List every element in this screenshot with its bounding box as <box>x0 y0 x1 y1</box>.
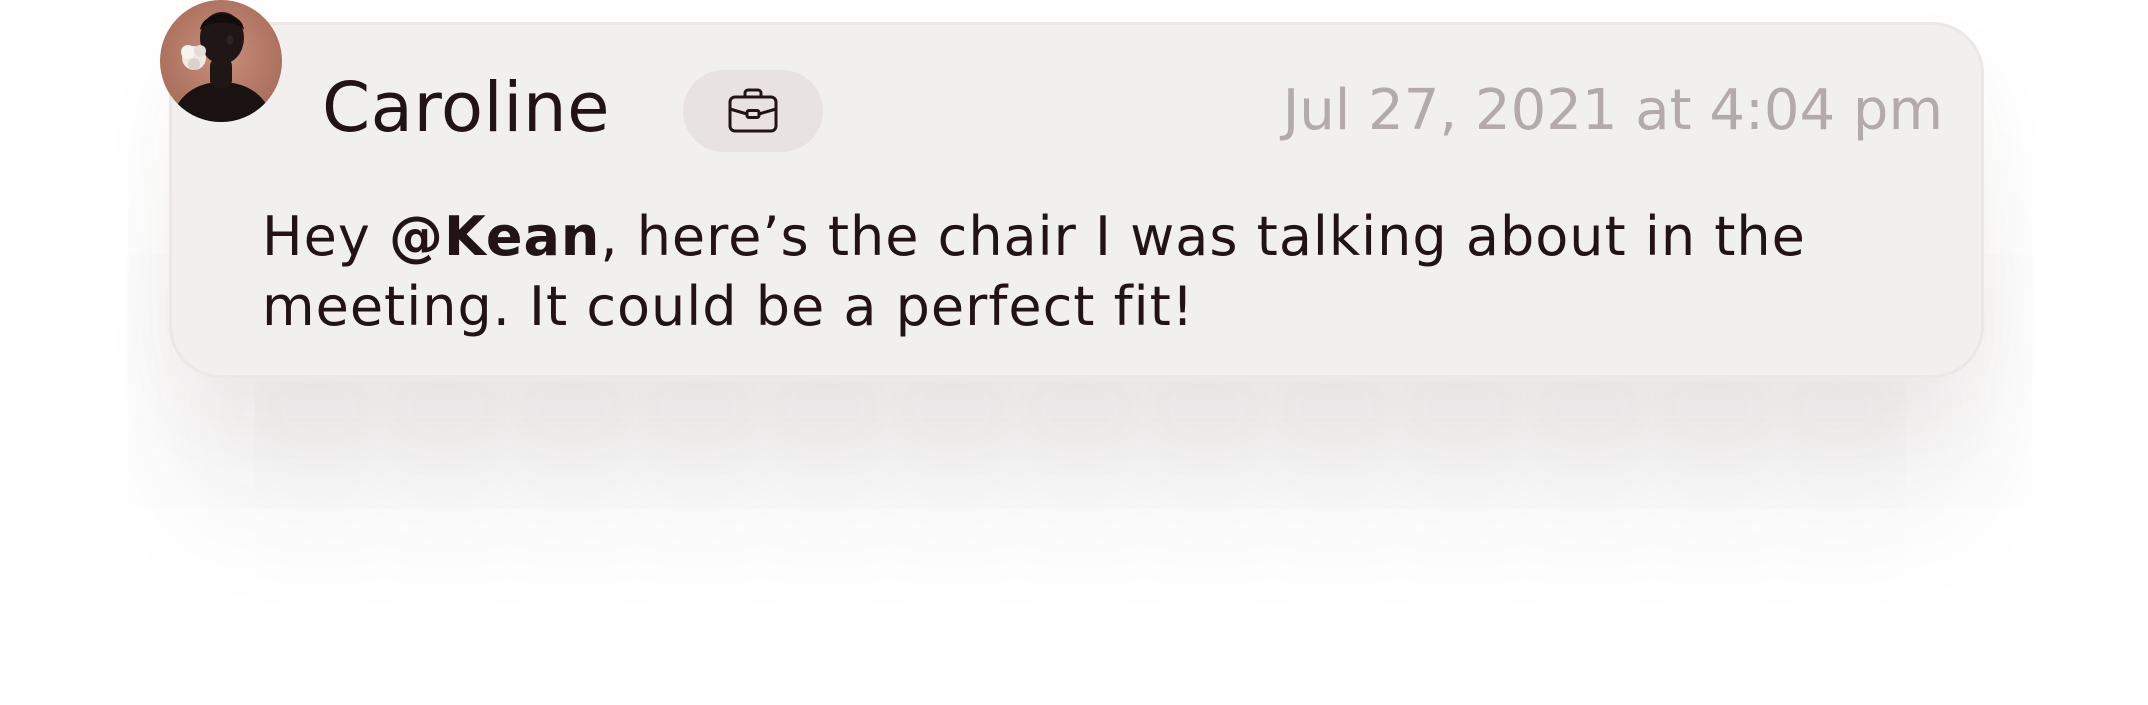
role-badge <box>683 70 823 152</box>
author-name: Caroline <box>322 68 611 148</box>
avatar[interactable] <box>160 0 282 122</box>
user-mention[interactable]: @Kean <box>389 205 600 268</box>
comment-message: Hey @Kean, here’s the chair I was talkin… <box>262 202 1902 342</box>
comment-timestamp: Jul 27, 2021 at 4:04 pm <box>1282 78 1943 143</box>
briefcase-icon <box>728 88 778 133</box>
avatar-portrait <box>170 12 274 122</box>
message-text-start: Hey <box>262 205 389 268</box>
